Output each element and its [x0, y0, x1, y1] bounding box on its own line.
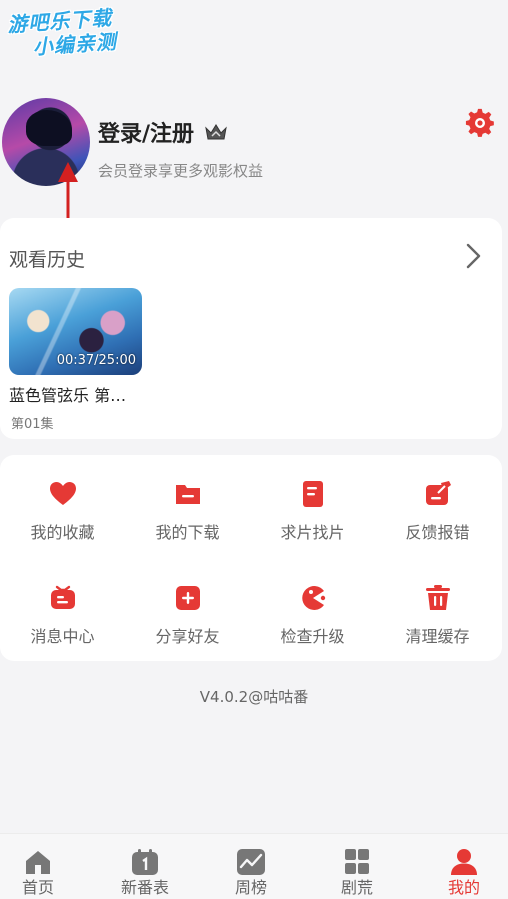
gear-icon[interactable]: [465, 108, 495, 138]
tab-home[interactable]: 首页: [0, 834, 88, 899]
upgrade-pacman-icon: [301, 586, 325, 610]
menu-label: 我的收藏: [30, 523, 95, 542]
crown-icon: [205, 124, 227, 140]
calendar-icon: [132, 849, 158, 875]
share-plus-icon: [175, 586, 200, 610]
menu-label: 分享好友: [155, 627, 220, 646]
trend-chart-icon: [237, 849, 265, 875]
watermark: 游吧乐下载 小编亲测: [6, 3, 149, 61]
menu-item-upgrade[interactable]: 检查升级: [250, 583, 375, 647]
menu-label: 我的下载: [155, 523, 220, 542]
tab-mine[interactable]: 我的: [414, 834, 508, 899]
history-thumbnail[interactable]: 00:37/25:00: [9, 288, 142, 375]
menu-item-clear-cache[interactable]: 清理缓存: [375, 583, 500, 647]
message-icon: [50, 585, 75, 609]
menu-item-messages[interactable]: 消息中心: [0, 583, 125, 647]
tab-label: 剧荒: [340, 878, 373, 897]
heart-icon: [49, 482, 76, 505]
chevron-right-icon[interactable]: [462, 242, 484, 270]
home-icon: [26, 851, 50, 874]
menu-label: 检查升级: [280, 627, 345, 646]
watch-history-card: 观看历史 00:37/25:00 蓝色管弦乐 第… 第01集: [0, 218, 502, 439]
menu-label: 求片找片: [280, 523, 345, 542]
tab-label: 我的: [447, 878, 480, 897]
menu-label: 清理缓存: [405, 627, 470, 646]
history-duration: 00:37/25:00: [56, 353, 136, 368]
user-icon: [451, 849, 477, 875]
tab-label: 周榜: [234, 878, 267, 897]
menu-label: 消息中心: [30, 627, 95, 646]
history-item-title[interactable]: 蓝色管弦乐 第…: [9, 382, 139, 406]
history-item-episode: 第01集: [11, 417, 54, 432]
member-subtitle: 会员登录享更多观影权益: [98, 162, 264, 180]
login-register-link[interactable]: 登录/注册: [98, 116, 194, 148]
request-doc-icon: [302, 481, 323, 507]
grid-icon: [345, 849, 369, 874]
app-version: V4.0.2@咕咕番: [199, 688, 309, 706]
tab-label: 首页: [21, 878, 54, 897]
menu-label: 反馈报错: [405, 523, 470, 542]
feedback-edit-icon: [425, 481, 451, 505]
tab-drama[interactable]: 剧荒: [307, 834, 407, 899]
download-folder-icon: [175, 485, 200, 504]
function-menu-card: 我的收藏 我的下载 求片找片 反馈报错 消息中心 分享好友 检查升级 清理缓存: [0, 455, 502, 661]
menu-item-downloads[interactable]: 我的下载: [125, 479, 250, 543]
tab-new-season[interactable]: 新番表: [95, 834, 195, 899]
menu-item-favorites[interactable]: 我的收藏: [0, 479, 125, 543]
menu-item-request[interactable]: 求片找片: [250, 479, 375, 543]
trash-icon: [425, 585, 450, 610]
tab-weekly-rank[interactable]: 周榜: [201, 834, 301, 899]
watch-history-title: 观看历史: [9, 249, 86, 271]
menu-item-share[interactable]: 分享好友: [125, 583, 250, 647]
bottom-tab-bar: 首页 新番表 周榜 剧荒 我的: [0, 833, 508, 899]
tab-label: 新番表: [120, 878, 169, 897]
menu-item-feedback[interactable]: 反馈报错: [375, 479, 500, 543]
login-row[interactable]: 登录/注册: [98, 116, 228, 148]
